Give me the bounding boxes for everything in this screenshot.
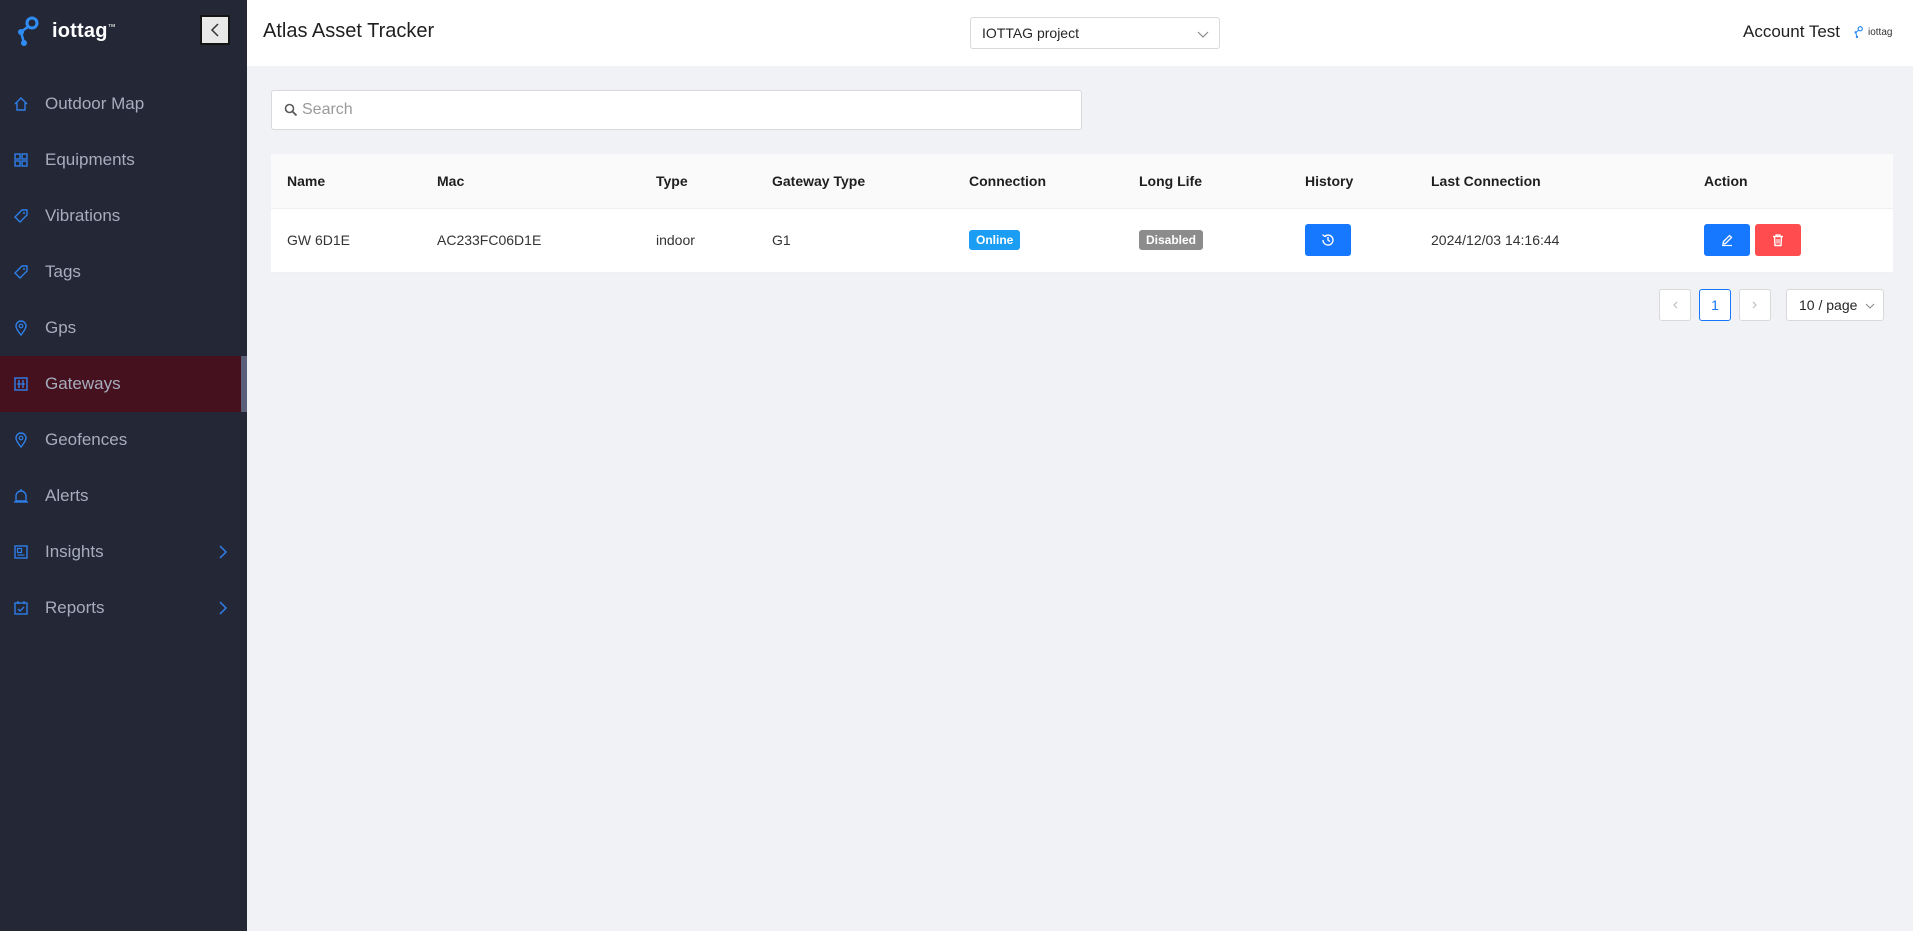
sidebar-item-gateways[interactable]: Gateways <box>0 356 247 412</box>
prev-page-button[interactable] <box>1659 289 1691 321</box>
iottag-logo-icon <box>1854 26 1863 39</box>
sidebar-item-outdoor-map[interactable]: Outdoor Map <box>0 76 247 132</box>
column-header-type[interactable]: Type <box>640 154 756 209</box>
sidebar-item-label: Alerts <box>45 486 89 505</box>
column-header-action: Action <box>1688 154 1893 209</box>
collapse-sidebar-button[interactable] <box>200 15 230 45</box>
grid-icon <box>14 153 28 167</box>
sidebar-item-label: Vibrations <box>45 206 121 225</box>
search-box[interactable] <box>271 90 1082 130</box>
history-clock-icon <box>1322 234 1334 246</box>
trash-icon <box>1773 234 1783 247</box>
history-button[interactable] <box>1305 224 1351 256</box>
page-1-button[interactable]: 1 <box>1699 289 1731 321</box>
cell-connection: Online <box>953 208 1123 273</box>
calendar-check-icon <box>14 601 28 615</box>
sidebar-nav: Outdoor Map Equipments Vibrations Tags G… <box>0 76 247 636</box>
sidebar-item-label: Gateways <box>45 374 121 393</box>
edit-button[interactable] <box>1704 224 1750 256</box>
chevron-right-icon <box>1752 301 1757 309</box>
tag-icon <box>14 209 28 223</box>
chevron-down-icon <box>1197 31 1209 38</box>
sidebar-item-gps[interactable]: Gps <box>0 300 247 356</box>
sidebar-item-tags[interactable]: Tags <box>0 244 247 300</box>
iottag-logo-icon <box>18 16 39 46</box>
sidebar-item-label: Reports <box>45 598 105 617</box>
brand-name: iottag™ <box>52 19 116 42</box>
chevron-down-icon <box>1865 303 1875 309</box>
home-icon <box>14 97 28 111</box>
logo-row: iottag™ <box>0 0 247 62</box>
next-page-button[interactable] <box>1739 289 1771 321</box>
page-size-value: 10 / page <box>1799 297 1858 313</box>
header-logo-text: iottag <box>1868 26 1893 38</box>
chevron-right-icon <box>219 545 228 559</box>
sidebar-item-insights[interactable]: Insights <box>0 524 247 580</box>
top-header: Atlas Asset Tracker IOTTAG project Accou… <box>247 0 1913 66</box>
header-logo: iottag <box>1852 25 1892 39</box>
cell-type: indoor <box>640 208 756 273</box>
column-header-last-connection[interactable]: Last Connection <box>1415 154 1688 209</box>
location-pin-icon <box>15 320 27 336</box>
sidebar-item-label: Tags <box>45 262 81 281</box>
sidebar-item-vibrations[interactable]: Vibrations <box>0 188 247 244</box>
sidebar-item-label: Gps <box>45 318 77 337</box>
brand-logo[interactable]: iottag™ <box>12 14 116 48</box>
cell-mac: AC233FC06D1E <box>421 208 640 273</box>
project-select[interactable]: IOTTAG project <box>970 17 1220 49</box>
gateway-icon <box>14 377 28 391</box>
sidebar: iottag™ Outdoor Map Equipments Vibration… <box>0 0 247 931</box>
chevron-right-icon <box>219 601 228 615</box>
table-row[interactable]: GW 6D1E AC233FC06D1E indoor G1 Online Di… <box>271 208 1893 273</box>
location-pin-icon <box>15 432 27 448</box>
column-header-history: History <box>1289 154 1415 209</box>
sidebar-item-alerts[interactable]: Alerts <box>0 468 247 524</box>
sidebar-item-label: Geofences <box>45 430 128 449</box>
account-menu[interactable]: Account Test <box>1743 22 1840 42</box>
cell-action <box>1688 208 1893 273</box>
cell-history <box>1289 208 1415 273</box>
column-header-long-life[interactable]: Long Life <box>1123 154 1289 209</box>
chevron-left-icon <box>1673 301 1678 309</box>
alarm-icon <box>14 489 28 503</box>
gateways-table: Name Mac Type Gateway Type Connection Lo… <box>271 154 1893 273</box>
sidebar-item-reports[interactable]: Reports <box>0 580 247 636</box>
cell-last-connection: 2024/12/03 14:16:44 <box>1415 208 1688 273</box>
column-header-name[interactable]: Name <box>271 154 421 209</box>
edit-pencil-icon <box>1722 234 1733 247</box>
cell-long-life: Disabled <box>1123 208 1289 273</box>
search-input[interactable] <box>302 97 1072 123</box>
page-title: Atlas Asset Tracker <box>263 20 435 42</box>
sidebar-item-label: Insights <box>45 542 104 561</box>
tag-icon <box>14 265 28 279</box>
delete-button[interactable] <box>1755 224 1801 256</box>
chevron-left-icon <box>210 23 219 37</box>
dashboard-icon <box>14 545 28 559</box>
column-header-connection[interactable]: Connection <box>953 154 1123 209</box>
cell-gateway-type: G1 <box>756 208 953 273</box>
sidebar-item-label: Outdoor Map <box>45 94 145 113</box>
active-indicator <box>241 356 247 412</box>
sidebar-item-geofences[interactable]: Geofences <box>0 412 247 468</box>
connection-status-badge: Online <box>969 230 1021 250</box>
project-select-value: IOTTAG project <box>982 25 1079 41</box>
long-life-status-badge: Disabled <box>1139 230 1204 250</box>
search-icon <box>284 103 298 117</box>
column-header-mac[interactable]: Mac <box>421 154 640 209</box>
column-header-gateway-type[interactable]: Gateway Type <box>756 154 953 209</box>
table-header-row: Name Mac Type Gateway Type Connection Lo… <box>271 154 1893 209</box>
sidebar-item-equipments[interactable]: Equipments <box>0 132 247 188</box>
cell-name: GW 6D1E <box>271 208 421 273</box>
page-size-select[interactable]: 10 / page <box>1786 289 1884 321</box>
sidebar-item-label: Equipments <box>45 150 135 169</box>
